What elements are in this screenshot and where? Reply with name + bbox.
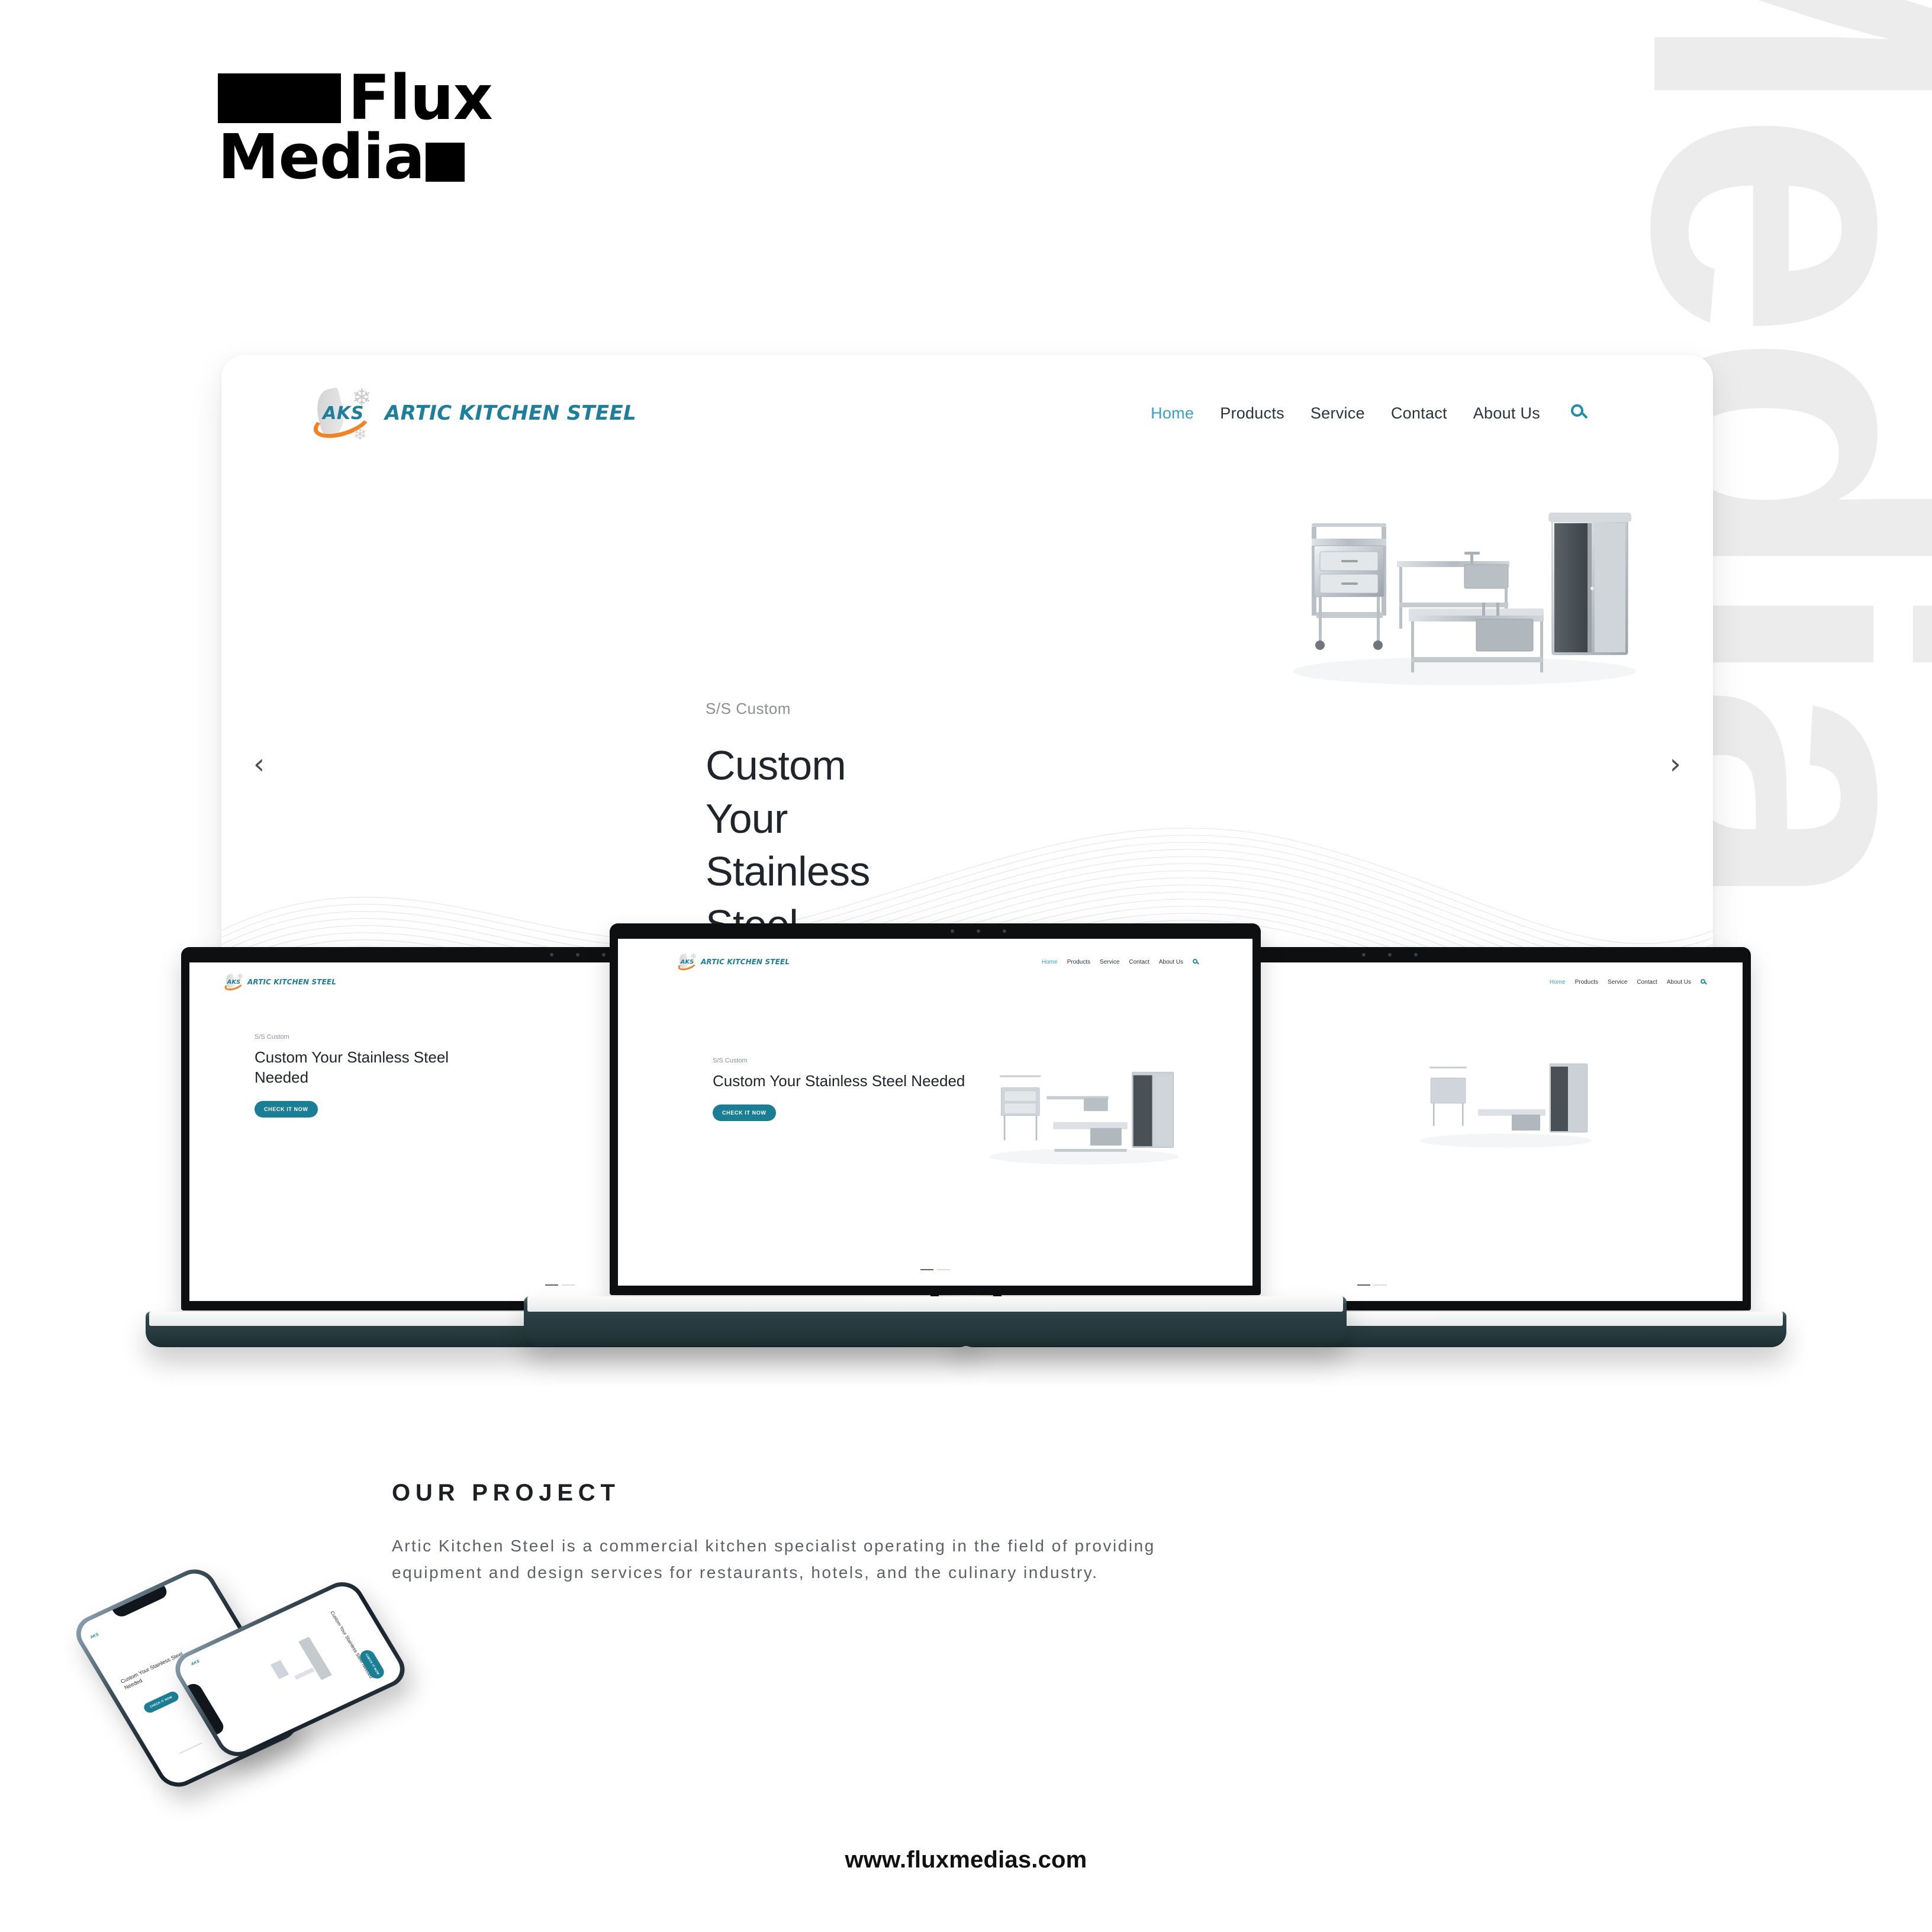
carousel-dots[interactable] — [920, 1269, 950, 1270]
brand-name: ARTIC KITCHEN STEEL — [701, 958, 790, 966]
nav-item-products[interactable]: Products — [1575, 979, 1598, 986]
our-project-section: OUR PROJECT Artic Kitchen Steel is a com… — [392, 1480, 1221, 1586]
aks-logo-icon: ❄ AKS — [223, 972, 244, 993]
carousel-dots[interactable] — [1357, 1284, 1387, 1286]
hero-eyebrow: S/S Custom — [706, 700, 791, 717]
nav-item-about-us[interactable]: About Us — [1473, 404, 1540, 423]
nav-item-products[interactable]: Products — [1067, 959, 1090, 965]
laptop-mockups: ❄ AKS ARTIC KITCHEN STEEL Home Products … — [0, 923, 1932, 1409]
flux-media-logo: Flux Media — [218, 62, 493, 193]
brand-name: ARTIC KITCHEN STEEL — [247, 978, 336, 986]
hero-product-image — [1287, 487, 1642, 688]
check-it-now-button[interactable]: CHECK IT NOW — [713, 1104, 776, 1121]
check-it-now-button[interactable]: CHECK IT NOW — [141, 1690, 181, 1715]
brand-abbr: AKS — [227, 978, 241, 986]
laptop-center: ❄ AKS ARTIC KITCHEN STEEL Home Products … — [524, 923, 1347, 1346]
carousel-dots[interactable] — [179, 1742, 202, 1754]
logo-text-line2: Media — [218, 120, 425, 193]
site-header: ❄ ❄ AKS ARTIC KITCHEN STEEL Home Product… — [221, 355, 1713, 445]
logo-block-wide — [218, 73, 341, 123]
hero-product-image — [986, 1051, 1181, 1170]
brand-abbr: AKS — [680, 958, 694, 965]
brand-name: ARTIC KITCHEN STEEL — [385, 401, 636, 425]
nav-item-contact[interactable]: Contact — [1637, 979, 1657, 986]
hero-title: Custom Your Stainless Steel Needed — [255, 1048, 449, 1086]
search-icon[interactable] — [1701, 978, 1707, 986]
nav-item-home[interactable]: Home — [1151, 404, 1194, 423]
brand-abbr: AKS — [190, 1659, 201, 1667]
nav-item-service[interactable]: Service — [1310, 404, 1365, 423]
agency-website-url: www.fluxmedias.com — [845, 1847, 1087, 1873]
nav-item-contact[interactable]: Contact — [1391, 404, 1447, 423]
carousel-next-icon[interactable]: › — [1670, 750, 1681, 778]
hero-product-image — [1417, 1045, 1595, 1152]
carousel-dots[interactable] — [545, 1284, 575, 1286]
aks-logo-icon: ❄ ❄ AKS — [310, 381, 375, 445]
check-it-now-button[interactable]: CHECK IT NOW — [255, 1100, 318, 1118]
project-heading: OUR PROJECT — [392, 1480, 620, 1506]
logo-text-line1: Flux — [348, 62, 493, 134]
nav-item-home[interactable]: Home — [1550, 979, 1566, 986]
carousel-prev-icon[interactable]: ‹ — [253, 750, 265, 778]
project-description: Artic Kitchen Steel is a commercial kitc… — [392, 1537, 1155, 1582]
nav-item-home[interactable]: Home — [1042, 959, 1058, 965]
search-icon[interactable] — [1571, 404, 1589, 422]
brand-abbr: AKS — [89, 1632, 100, 1640]
main-nav: Home Products Service Contact About Us — [1151, 404, 1660, 423]
aks-logo-icon: ❄ AKS — [677, 952, 698, 973]
nav-item-about-us[interactable]: About Us — [1159, 959, 1183, 965]
hero-title: Custom Your Stainless Steel Needed — [713, 1072, 965, 1090]
site-brand[interactable]: ❄ ❄ AKS ARTIC KITCHEN STEEL — [310, 381, 636, 445]
logo-block-square — [426, 143, 465, 182]
nav-item-products[interactable]: Products — [1220, 404, 1284, 423]
snowflake-icon-small: ❄ — [353, 425, 367, 443]
laptop-center-site: ❄ AKS ARTIC KITCHEN STEEL Home Products … — [618, 939, 1252, 1286]
nav-item-service[interactable]: Service — [1608, 979, 1627, 986]
nav-item-service[interactable]: Service — [1100, 959, 1119, 965]
search-icon[interactable] — [1193, 958, 1199, 965]
nav-item-about-us[interactable]: About Us — [1667, 979, 1691, 986]
brand-abbr: AKS — [323, 402, 364, 424]
nav-item-contact[interactable]: Contact — [1129, 959, 1149, 965]
